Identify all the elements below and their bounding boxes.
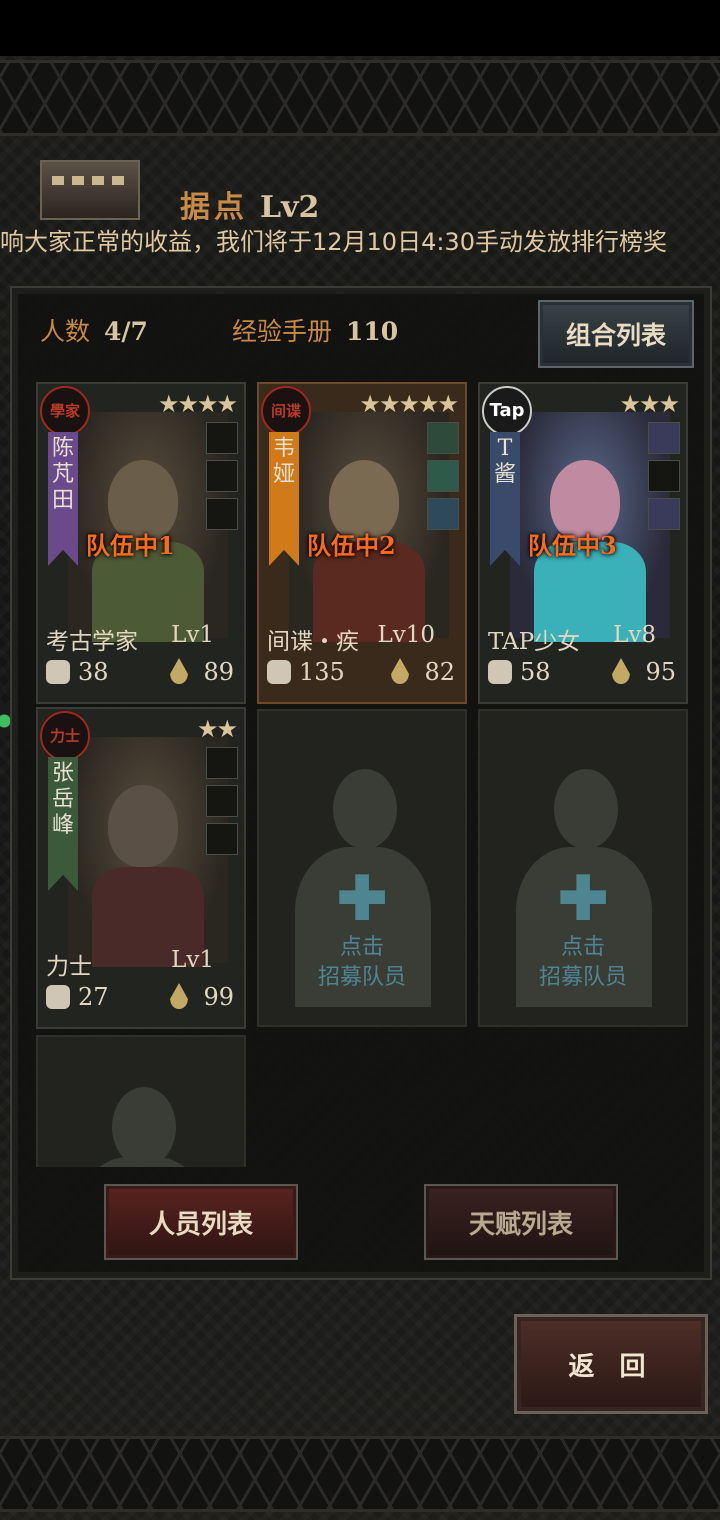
fist-icon	[488, 660, 512, 684]
power-value: 38	[78, 658, 109, 686]
member-level: Lv1	[171, 947, 214, 973]
equipment-slots	[427, 422, 459, 536]
plus-icon: ✚	[337, 864, 388, 934]
member-card[interactable]: Tap T酱 ★★★ 队伍中3 TAP少女 Lv8 58 95	[478, 382, 688, 704]
class-badge: 學家	[40, 386, 90, 436]
member-level: Lv8	[613, 622, 656, 648]
stamina-drop-icon	[612, 658, 630, 684]
silhouette-head	[112, 1087, 176, 1167]
stamina-drop-icon	[170, 983, 188, 1009]
population-value: 4/7	[104, 317, 148, 346]
notice-marquee: 响大家正常的收益，我们将于12月10日4:30手动发放排行榜奖	[0, 222, 720, 262]
name-ribbon: 张岳峰	[48, 757, 78, 891]
team-tag: 队伍中3	[528, 531, 617, 560]
member-class: TAP少女	[488, 629, 581, 655]
member-class: 考古学家	[46, 629, 138, 655]
population-label: 人数	[40, 317, 91, 346]
base-building-icon	[40, 160, 140, 220]
bottom-fence-decoration	[0, 1436, 720, 1512]
star-rating: ★★★★	[157, 390, 238, 418]
equipment-slots	[206, 422, 238, 536]
silhouette-head	[333, 769, 397, 849]
member-card[interactable]: 力士 张岳峰 ★★ 力士 Lv1 27 99	[36, 707, 246, 1029]
population-stat: 人数 4/7	[40, 312, 148, 348]
member-class: 力士	[46, 954, 92, 980]
character-portrait	[68, 412, 228, 642]
class-badge: 间谍	[261, 386, 311, 436]
class-badge: 力士	[40, 711, 90, 761]
team-tag: 队伍中1	[86, 531, 175, 560]
stamina-value: 82	[424, 658, 455, 686]
members-list-tab[interactable]: 人员列表	[104, 1184, 298, 1260]
name-ribbon: T酱	[490, 432, 520, 566]
stamina-value: 95	[645, 658, 676, 686]
recruit-line-1: 点击	[339, 935, 384, 960]
plus-icon: ✚	[558, 864, 609, 934]
stamina-drop-icon	[170, 658, 188, 684]
top-fence-decoration	[0, 60, 720, 136]
character-portrait	[289, 412, 449, 642]
team-tag: 队伍中2	[307, 531, 396, 560]
base-level: Lv2	[260, 190, 320, 225]
stamina-value: 99	[203, 983, 234, 1011]
fist-icon	[46, 985, 70, 1009]
class-badge: Tap	[482, 386, 532, 436]
star-rating: ★★★★★	[359, 390, 459, 418]
character-portrait	[68, 737, 228, 967]
member-level: Lv1	[171, 622, 214, 648]
recruit-slot[interactable]: ✚ 点击 招募队员	[257, 709, 467, 1027]
combo-list-button[interactable]: 组合列表	[538, 300, 694, 368]
fist-icon	[267, 660, 291, 684]
silhouette-head	[554, 769, 618, 849]
power-value: 135	[299, 658, 345, 686]
member-card[interactable]: 间谍 韦娅 ★★★★★ 队伍中2 间谍・疾 Lv10 135 82	[257, 382, 467, 704]
name-ribbon: 韦娅	[269, 432, 299, 566]
notice-text: 响大家正常的收益，我们将于12月10日4:30手动发放排行榜奖	[0, 228, 667, 256]
silhouette-body	[74, 1157, 210, 1167]
stamina-drop-icon	[391, 658, 409, 684]
recruit-text: 点击 招募队员	[259, 933, 465, 993]
recruit-line-2: 招募队员	[317, 965, 406, 990]
locked-slot	[36, 1035, 246, 1167]
power-value: 58	[520, 658, 551, 686]
recruit-slot[interactable]: ✚ 点击 招募队员	[478, 709, 688, 1027]
talents-list-tab[interactable]: 天赋列表	[424, 1184, 618, 1260]
fist-icon	[46, 660, 70, 684]
equipment-slots	[648, 422, 680, 536]
member-level: Lv10	[377, 622, 435, 648]
character-portrait	[510, 412, 670, 642]
stamina-value: 89	[203, 658, 234, 686]
page-title: 据点 Lv2	[180, 182, 319, 226]
member-class: 间谍・疾	[267, 629, 359, 655]
title-text: 据点	[180, 190, 248, 225]
star-rating: ★★★	[619, 390, 680, 418]
power-value: 27	[78, 983, 109, 1011]
exp-book-stat: 经验手册 110	[232, 312, 398, 348]
recruit-text: 点击 招募队员	[480, 933, 686, 993]
status-bar	[0, 0, 720, 56]
member-card[interactable]: 學家 陈芃田 ★★★★ 队伍中1 考古学家 Lv1 38 89	[36, 382, 246, 704]
name-ribbon: 陈芃田	[48, 432, 78, 566]
exp-label: 经验手册	[232, 317, 333, 346]
exp-value: 110	[346, 317, 399, 346]
recruit-line-2: 招募队员	[538, 965, 627, 990]
back-button[interactable]: 返 回	[514, 1314, 708, 1414]
recruit-line-1: 点击	[560, 935, 605, 960]
equipment-slots	[206, 747, 238, 861]
star-rating: ★★	[196, 715, 238, 743]
